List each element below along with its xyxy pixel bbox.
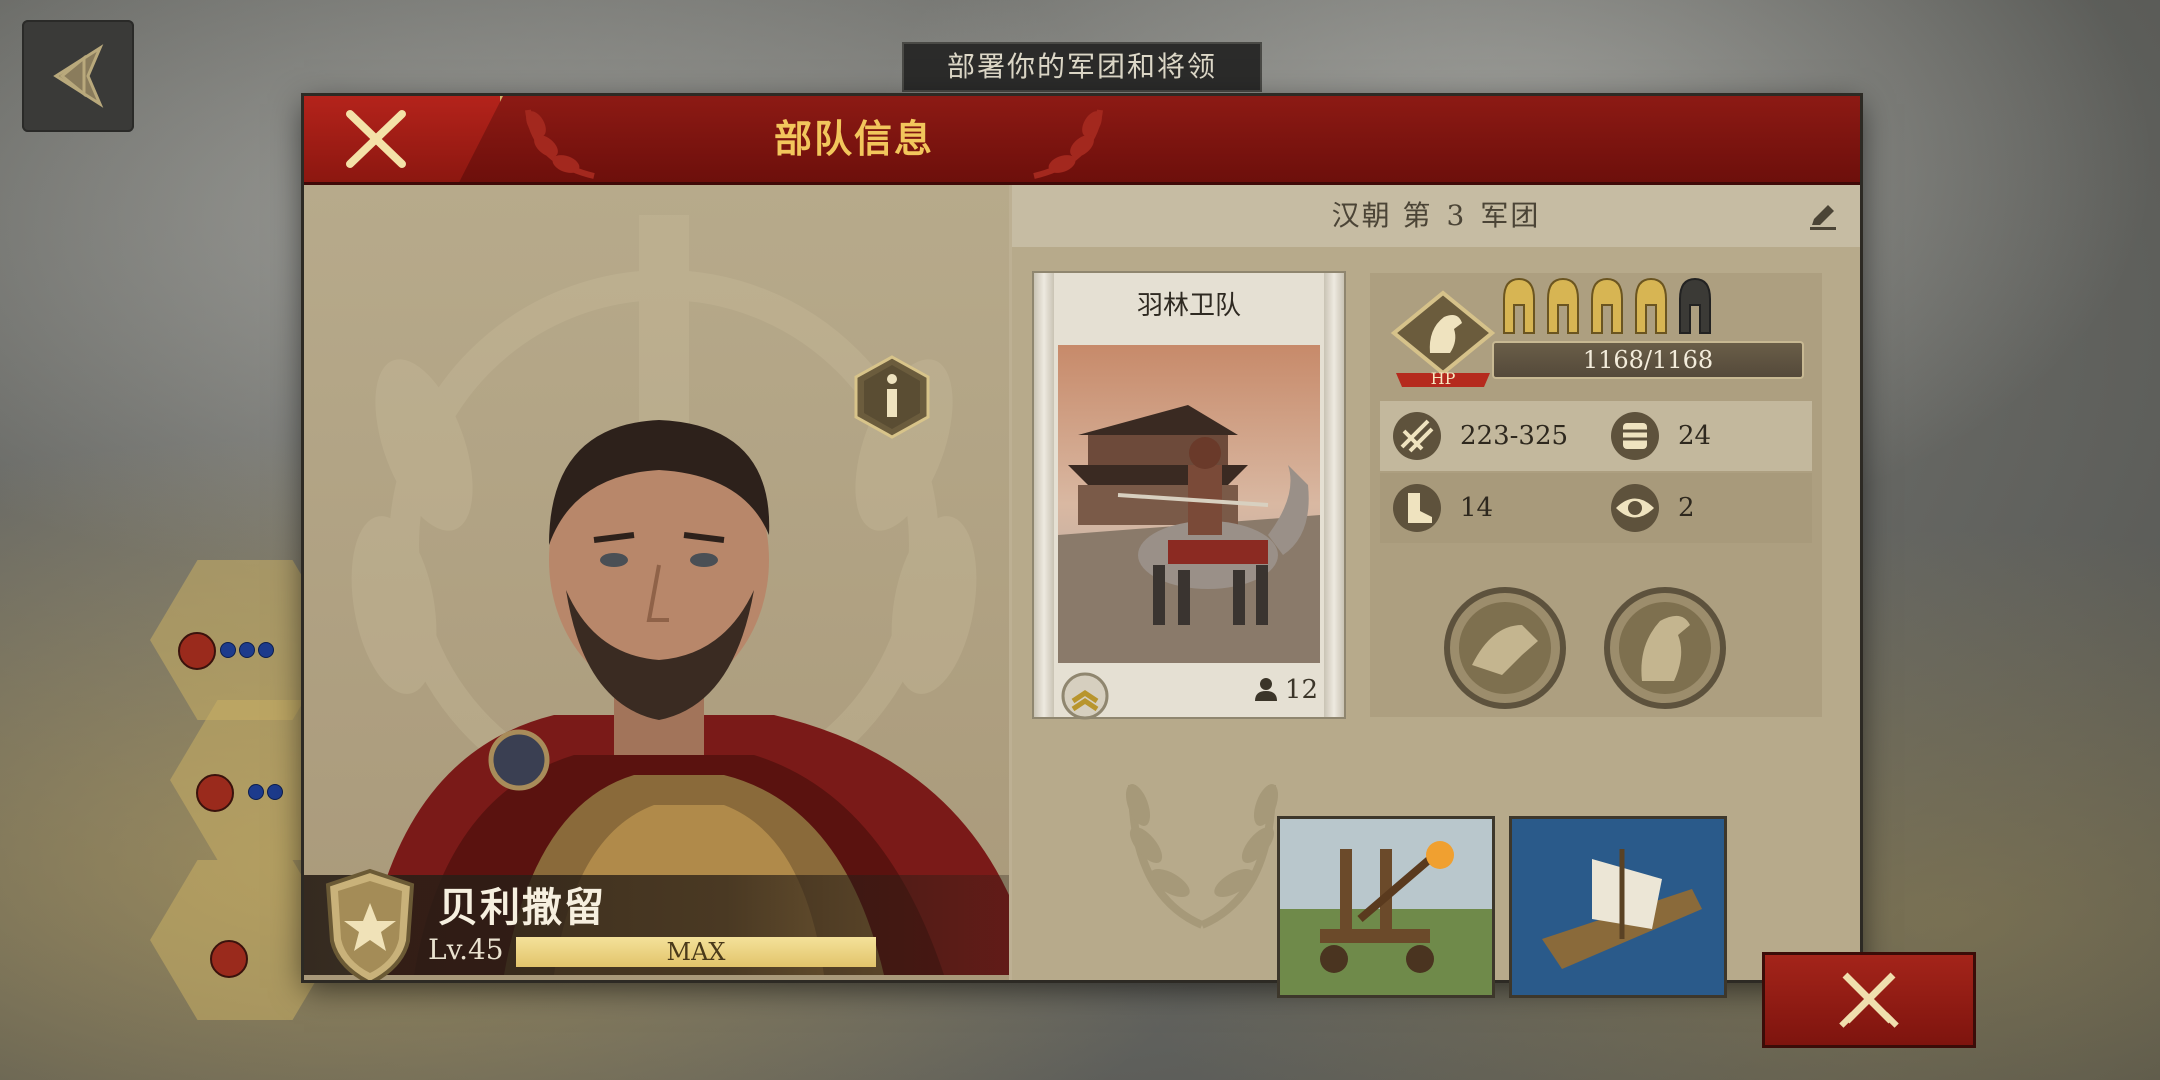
helmet-filled-icon bbox=[1635, 277, 1667, 334]
map-unit-strength bbox=[248, 784, 283, 800]
range-stat: 2 bbox=[1608, 481, 1695, 535]
range-value: 2 bbox=[1678, 493, 1695, 523]
dialog-title: 部队信息 bbox=[773, 116, 934, 161]
laurel-left-icon bbox=[525, 109, 595, 179]
ship-unit-thumb[interactable] bbox=[1512, 819, 1724, 995]
armor-icon bbox=[1611, 412, 1659, 460]
attack-stat: 223-325 bbox=[1390, 409, 1568, 463]
unit-count-value: 12 bbox=[1284, 675, 1318, 705]
eye-icon bbox=[1611, 484, 1659, 532]
person-icon bbox=[1254, 678, 1277, 701]
map-unit-badge bbox=[196, 774, 234, 812]
hp-label: HP bbox=[1431, 369, 1456, 388]
cavalry-type-icon: HP bbox=[1390, 290, 1496, 388]
deploy-banner: 部署你的军团和将领 bbox=[902, 42, 1262, 92]
info-button[interactable] bbox=[854, 355, 930, 439]
stat-row-2: 14 2 bbox=[1380, 473, 1812, 543]
helmet-empty-icon bbox=[1679, 277, 1711, 334]
map-unit-strength bbox=[220, 642, 274, 658]
legion-number: 3 bbox=[1446, 199, 1467, 232]
boot-icon bbox=[1393, 484, 1441, 532]
speed-stat: 14 bbox=[1390, 481, 1493, 535]
battle-button[interactable] bbox=[1762, 952, 1976, 1048]
unit-count: 12 bbox=[1254, 675, 1318, 705]
card-column-right bbox=[1324, 273, 1344, 717]
unit-info-dialog: 部队信息 贝利撒留 Lv.45 MAX 汉朝 第 3 军团 羽林卫队 12 HP… bbox=[304, 96, 1860, 995]
legion-prefix: 汉朝 第 bbox=[1331, 199, 1433, 232]
unit-name: 羽林卫队 bbox=[1136, 291, 1241, 321]
hero-panel: 贝利撒留 Lv.45 MAX bbox=[304, 185, 1009, 980]
helmet-filled-icon bbox=[1547, 277, 1579, 334]
chevron-rank-icon bbox=[1061, 672, 1109, 720]
stat-row-1: 223-325 24 bbox=[1380, 401, 1812, 471]
hero-rank-badge-icon bbox=[325, 868, 415, 980]
dialog-header: 部队信息 bbox=[304, 96, 1860, 185]
legion-suffix: 军团 bbox=[1480, 199, 1541, 232]
hero-level: Lv.45 bbox=[428, 933, 504, 966]
close-button[interactable] bbox=[304, 96, 503, 182]
hero-exp-bar: MAX bbox=[516, 937, 876, 967]
laurel-right-icon bbox=[1033, 109, 1103, 179]
skill-charge-icon[interactable] bbox=[1442, 585, 1568, 711]
unit-card[interactable]: 羽林卫队 12 bbox=[1034, 273, 1344, 720]
hp-bar: 1168/1168 bbox=[1492, 341, 1804, 379]
unit-artwork bbox=[1058, 345, 1320, 663]
helmet-filled-icon bbox=[1503, 277, 1535, 334]
helmet-filled-icon bbox=[1591, 277, 1623, 334]
crossed-swords-icon bbox=[1839, 972, 1899, 1028]
attack-icon bbox=[1393, 412, 1441, 460]
unit-stars bbox=[1500, 275, 1714, 337]
map-unit-badge bbox=[178, 632, 216, 670]
catapult-unit-thumb[interactable] bbox=[1280, 819, 1492, 995]
back-button[interactable] bbox=[22, 20, 134, 132]
defense-value: 24 bbox=[1678, 421, 1712, 451]
pencil-icon[interactable] bbox=[1808, 201, 1838, 231]
back-arrow-icon bbox=[53, 44, 104, 108]
defense-stat: 24 bbox=[1608, 409, 1711, 463]
unit-panel: 汉朝 第 3 军团 羽林卫队 12 HP 1168/1168 223-325 2… bbox=[1012, 185, 1860, 995]
legion-name-bar: 汉朝 第 3 军团 bbox=[1012, 185, 1860, 247]
laurel-emblem-icon bbox=[1125, 784, 1279, 929]
info-icon bbox=[854, 355, 930, 439]
close-icon bbox=[346, 110, 406, 168]
speed-value: 14 bbox=[1460, 493, 1494, 523]
skill-horse-icon[interactable] bbox=[1602, 585, 1728, 711]
hero-name: 贝利撒留 bbox=[438, 884, 606, 931]
attack-value: 223-325 bbox=[1460, 421, 1569, 451]
map-unit-badge bbox=[210, 940, 248, 978]
card-column-left bbox=[1034, 273, 1054, 717]
unit-stats-box: HP 1168/1168 223-325 24 14 2 bbox=[1370, 273, 1822, 717]
